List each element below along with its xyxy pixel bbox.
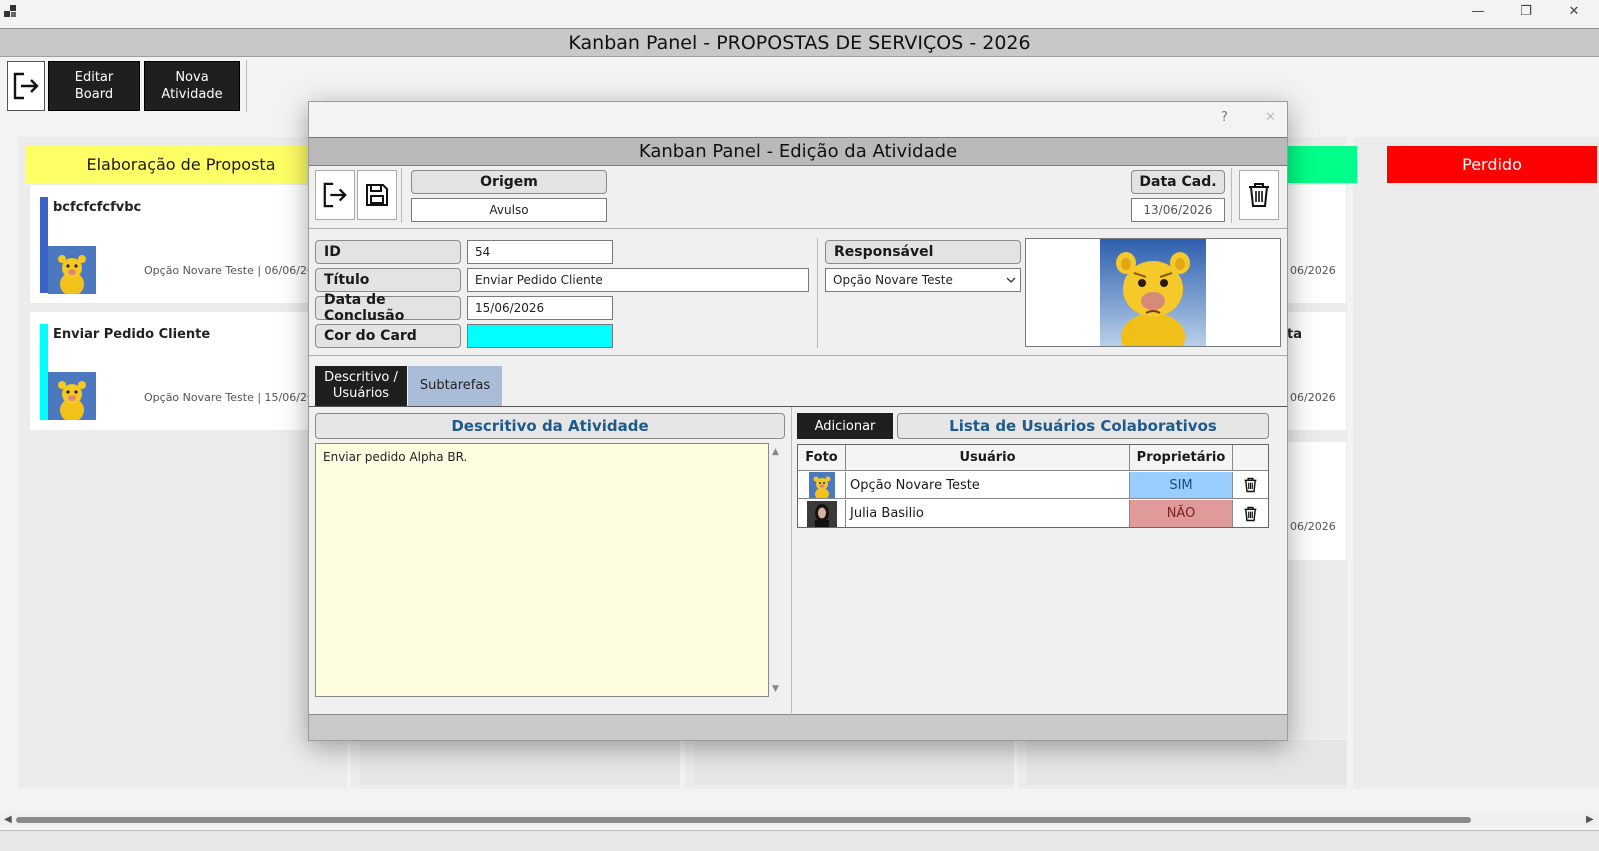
card-color-bar <box>40 324 48 420</box>
card-avatar <box>48 372 96 420</box>
card-meta: Opção Novare Teste | 15/06/2026 <box>144 391 328 404</box>
toolbar-divider <box>401 168 402 223</box>
card-meta: 06/2026 <box>1290 520 1336 533</box>
conclusao-date-input[interactable]: 15/06/2026 <box>467 296 613 320</box>
column-perdido <box>1353 137 1599 789</box>
responsavel-avatar <box>1100 239 1206 346</box>
dialog-bottom-bar <box>309 714 1287 740</box>
data-cad-label: Data Cad. <box>1131 170 1225 194</box>
column-2-inner <box>360 740 680 785</box>
column-header-elaboracao: Elaboração de Proposta <box>26 146 336 183</box>
add-user-button[interactable]: Adicionar <box>797 413 893 439</box>
board-title: Kanban Panel - PROPOSTAS DE SERVIÇOS - 2… <box>0 28 1599 57</box>
column-3-inner <box>694 740 1014 785</box>
close-window-button[interactable]: ✕ <box>1551 0 1597 22</box>
users-header: Lista de Usuários Colaborativos <box>897 413 1269 439</box>
edit-board-button[interactable]: Editar Board <box>48 61 140 111</box>
origem-label: Origem <box>411 170 607 194</box>
desc-textarea[interactable]: Enviar pedido Alpha BR. <box>315 443 769 697</box>
remove-user-button[interactable] <box>1233 500 1268 527</box>
card-meta: 06/2026 <box>1290 391 1336 404</box>
new-activity-label-1: Nova <box>175 70 209 85</box>
edit-board-label-1: Editar <box>74 70 114 85</box>
minimize-button[interactable]: — <box>1455 0 1501 22</box>
responsavel-value: Opção Novare Teste <box>833 273 953 287</box>
tab-descritivo-usuarios[interactable]: Descritivo / Usuários <box>315 366 407 406</box>
table-header-foto: Foto <box>798 445 846 471</box>
titulo-input[interactable]: Enviar Pedido Cliente <box>467 268 809 292</box>
save-button[interactable] <box>357 170 397 220</box>
app-icon <box>4 5 18 19</box>
trash-icon <box>1244 477 1257 493</box>
cor-label: Cor do Card <box>315 324 461 348</box>
divider <box>309 228 1287 229</box>
data-cad-field: 13/06/2026 <box>1131 198 1225 222</box>
trash-icon <box>1244 506 1257 522</box>
exit-icon <box>12 71 40 101</box>
id-label: ID <box>315 240 461 264</box>
table-row-photo <box>798 500 846 527</box>
remove-user-button[interactable] <box>1233 472 1268 499</box>
card-title: ta <box>1287 327 1302 342</box>
tab-label-2: Usuários <box>332 386 390 401</box>
card-meta: Opção Novare Teste | 06/06/2026 <box>144 264 328 277</box>
dialog-close-button[interactable]: ✕ <box>1265 110 1276 125</box>
card-color-picker[interactable] <box>467 324 613 348</box>
toolbar-divider <box>1231 168 1232 223</box>
dialog-titlebar <box>309 102 1287 136</box>
divider <box>309 355 1287 356</box>
chevron-down-icon <box>1006 277 1016 283</box>
card-title: bcfcfcfcfvbc <box>53 200 142 215</box>
owner-badge[interactable]: NÃO <box>1130 500 1233 527</box>
toolbar-separator <box>246 60 247 112</box>
responsavel-select[interactable]: Opção Novare Teste <box>825 268 1021 292</box>
scrollbar-thumb[interactable] <box>16 817 1471 823</box>
origem-field: Avulso <box>411 198 607 222</box>
titulo-label: Título <box>315 268 461 292</box>
card-title: Enviar Pedido Cliente <box>53 327 211 342</box>
owner-badge[interactable]: SIM <box>1130 472 1233 499</box>
divider <box>791 407 792 713</box>
table-header-proprietario: Proprietário <box>1130 445 1233 471</box>
table-row-user: Opção Novare Teste <box>846 472 1130 499</box>
tab-subtarefas[interactable]: Subtarefas <box>408 366 502 406</box>
divider <box>817 238 818 348</box>
edit-board-label-2: Board <box>74 87 114 102</box>
exit-button[interactable] <box>7 61 45 111</box>
card-meta: 06/2026 <box>1290 264 1336 277</box>
table-header-actions <box>1233 445 1268 471</box>
new-activity-label-2: Atividade <box>161 87 223 102</box>
column-header-perdido: Perdido <box>1387 146 1597 183</box>
save-icon <box>365 183 389 207</box>
table-row-photo <box>798 472 846 499</box>
maximize-button[interactable]: ❐ <box>1503 0 1549 22</box>
desc-scrollbar[interactable] <box>769 443 785 697</box>
delete-activity-button[interactable] <box>1239 170 1279 220</box>
status-bar <box>0 830 1599 851</box>
tab-underline <box>309 406 1287 407</box>
scroll-up-icon[interactable]: ▲ <box>772 447 779 457</box>
window-titlebar <box>0 0 1599 24</box>
tab-label-1: Descritivo / <box>324 370 398 385</box>
desc-header: Descritivo da Atividade <box>315 413 785 439</box>
table-row-user: Julia Basilio <box>846 500 1130 527</box>
card-avatar <box>48 246 96 294</box>
trash-icon <box>1248 182 1270 208</box>
column-4-inner <box>1027 740 1347 785</box>
help-button[interactable]: ? <box>1221 110 1228 125</box>
dialog-exit-button[interactable] <box>315 170 355 220</box>
table-header-usuario: Usuário <box>846 445 1130 471</box>
scroll-down-icon[interactable]: ▼ <box>772 684 779 694</box>
new-activity-button[interactable]: Nova Atividade <box>144 61 240 111</box>
card-color-bar <box>40 197 48 293</box>
id-field: 54 <box>467 240 613 264</box>
responsavel-label: Responsável <box>825 240 1021 264</box>
edit-activity-dialog: ? ✕ Kanban Panel - Edição da Atividade O… <box>308 101 1288 741</box>
dialog-title: Kanban Panel - Edição da Atividade <box>309 137 1287 166</box>
scroll-right-icon[interactable]: ▶ <box>1586 814 1594 825</box>
conclusao-label: Data de Conclusão <box>315 292 461 324</box>
scroll-left-icon[interactable]: ◀ <box>4 814 12 825</box>
exit-icon <box>322 181 348 209</box>
